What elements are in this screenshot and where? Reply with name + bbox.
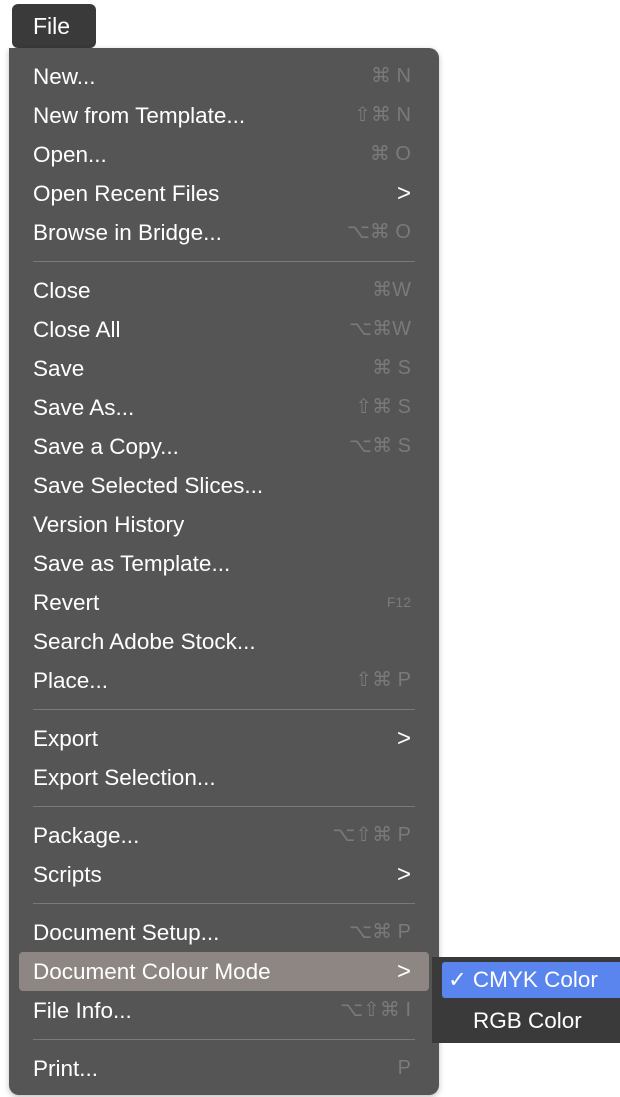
menu-item-open[interactable]: Open... ⌘ O (9, 135, 439, 174)
menu-item-save-a-copy[interactable]: Save a Copy... ⌥⌘ S (9, 427, 439, 466)
menu-item-browse-in-bridge[interactable]: Browse in Bridge... ⌥⌘ O (9, 213, 439, 252)
menu-item-document-setup[interactable]: Document Setup... ⌥⌘ P (9, 913, 439, 952)
menu-item-label: Save as Template... (33, 551, 231, 576)
menu-item-label: Save As... (33, 395, 135, 420)
menu-item-label: Browse in Bridge... (33, 220, 222, 245)
menu-item-save-as-template[interactable]: Save as Template... (9, 544, 439, 583)
menu-item-label: Open Recent Files (33, 181, 220, 206)
menu-item-close-all[interactable]: Close All ⌥⌘W (9, 310, 439, 349)
menu-item-print[interactable]: Print... P (9, 1049, 439, 1088)
menu-item-label: Save a Copy... (33, 434, 179, 459)
keyboard-shortcut: ⌥⌘W (349, 318, 411, 340)
keyboard-shortcut: P (397, 1057, 411, 1079)
menu-item-label: Export (33, 726, 99, 751)
menu-item-label: Place... (33, 668, 109, 693)
menu-item-place[interactable]: Place... ⇧⌘ P (9, 661, 439, 700)
menu-item-label: Save (33, 356, 85, 381)
keyboard-shortcut: ⌘ O (369, 143, 411, 165)
menu-item-label: Close (33, 278, 91, 303)
document-colour-mode-submenu: ✓ CMYK Color RGB Color (432, 957, 620, 1043)
keyboard-shortcut: F12 (386, 594, 411, 610)
menu-item-label: New from Template... (33, 103, 246, 128)
menu-item-save-selected-slices[interactable]: Save Selected Slices... (9, 466, 439, 505)
menu-item-scripts[interactable]: Scripts > (9, 855, 439, 894)
file-menu: New... ⌘ N New from Template... ⇧⌘ N Open...… (9, 48, 439, 1095)
submenu-item-label: RGB Color (473, 1008, 582, 1033)
menu-item-document-colour-mode[interactable]: Document Colour Mode > (19, 952, 429, 991)
menu-item-label: Export Selection... (33, 765, 216, 790)
submenu-item-cmyk-color[interactable]: ✓ CMYK Color (442, 962, 620, 998)
menu-item-label: Revert (33, 590, 100, 615)
menu-separator (33, 1039, 415, 1040)
menu-item-label: Open... (33, 142, 107, 167)
checkmark-icon: ✓ (448, 967, 467, 992)
keyboard-shortcut: ⌥⌘ S (349, 435, 411, 457)
menu-item-revert[interactable]: Revert F12 (9, 583, 439, 622)
menu-item-label: Version History (33, 512, 185, 537)
menu-separator (33, 261, 415, 262)
menu-item-close[interactable]: Close ⌘W (9, 271, 439, 310)
menu-separator (33, 709, 415, 710)
keyboard-shortcut: ⌘ N (371, 65, 411, 87)
menu-item-label: File Info... (33, 998, 132, 1023)
menu-item-open-recent-files[interactable]: Open Recent Files > (9, 174, 439, 213)
keyboard-shortcut: ⌘W (372, 279, 411, 301)
menu-item-new[interactable]: New... ⌘ N (9, 57, 439, 96)
menu-item-label: Save Selected Slices... (33, 473, 264, 498)
menu-item-file-info[interactable]: File Info... ⌥⇧⌘ I (9, 991, 439, 1030)
menu-item-save[interactable]: Save ⌘ S (9, 349, 439, 388)
menu-separator (33, 806, 415, 807)
menu-item-search-adobe-stock[interactable]: Search Adobe Stock... (9, 622, 439, 661)
chevron-right-icon: > (396, 180, 411, 207)
menu-item-version-history[interactable]: Version History (9, 505, 439, 544)
keyboard-shortcut: ⌥⌘ P (349, 921, 411, 943)
menu-separator (33, 903, 415, 904)
menu-item-label: Document Colour Mode (33, 959, 271, 984)
menu-item-export-selection[interactable]: Export Selection... (9, 758, 439, 797)
keyboard-shortcut: ⇧⌘ N (354, 104, 411, 126)
menu-item-save-as[interactable]: Save As... ⇧⌘ S (9, 388, 439, 427)
submenu-item-label: CMYK Color (472, 967, 598, 992)
keyboard-shortcut: ⌥⇧⌘ P (332, 824, 411, 846)
menu-item-label: Package... (33, 823, 140, 848)
keyboard-shortcut: ⇧⌘ S (355, 396, 411, 418)
submenu-item-rgb-color[interactable]: RGB Color (432, 1003, 620, 1039)
chevron-right-icon: > (396, 861, 411, 888)
keyboard-shortcut: ⌘ S (372, 357, 411, 379)
menu-item-label: Document Setup... (33, 920, 220, 945)
menu-item-label: Print... (33, 1056, 99, 1081)
menu-item-label: Search Adobe Stock... (33, 629, 256, 654)
menu-item-export[interactable]: Export > (9, 719, 439, 758)
keyboard-shortcut: ⇧⌘ P (355, 669, 411, 691)
menu-item-label: New... (33, 64, 96, 89)
keyboard-shortcut: ⌥⌘ O (346, 221, 411, 243)
menu-item-package[interactable]: Package... ⌥⇧⌘ P (9, 816, 439, 855)
keyboard-shortcut: ⌥⇧⌘ I (340, 999, 411, 1021)
chevron-right-icon: > (396, 958, 411, 985)
menu-item-label: Scripts (33, 862, 102, 887)
menu-item-label: Close All (33, 317, 121, 342)
menu-item-new-from-template[interactable]: New from Template... ⇧⌘ N (9, 96, 439, 135)
file-menu-button[interactable]: File (12, 4, 96, 48)
chevron-right-icon: > (396, 725, 411, 752)
